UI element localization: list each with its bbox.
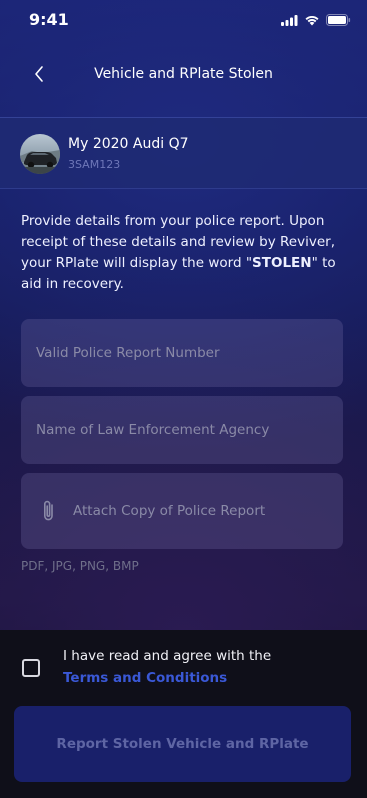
page-title: Vehicle and RPlate Stolen: [94, 66, 273, 82]
terms-and-conditions-link[interactable]: Terms and Conditions: [63, 670, 227, 686]
vehicle-card: My 2020 Audi Q7 3SAM123: [0, 117, 367, 189]
vehicle-name: My 2020 Audi Q7: [68, 136, 189, 152]
terms-checkbox[interactable]: [22, 659, 40, 677]
attach-police-report-button[interactable]: Attach Copy of Police Report: [21, 473, 343, 549]
accepted-formats: PDF, JPG, PNG, BMP: [21, 559, 139, 573]
status-icons: [281, 14, 351, 26]
status-time: 9:41: [29, 10, 69, 29]
battery-icon: [326, 14, 351, 26]
vehicle-plate: 3SAM123: [68, 158, 121, 171]
law-enforcement-agency-field[interactable]: [21, 396, 343, 464]
police-report-number-field[interactable]: [21, 319, 343, 387]
law-enforcement-agency-input[interactable]: [21, 396, 343, 464]
nav-bar: Vehicle and RPlate Stolen: [0, 50, 367, 102]
wifi-icon: [305, 15, 319, 26]
attach-label: Attach Copy of Police Report: [73, 503, 266, 519]
report-stolen-button[interactable]: Report Stolen Vehicle and RPlate: [14, 706, 351, 782]
signal-icon: [281, 14, 298, 26]
stolen-highlight: STOLEN: [252, 255, 312, 271]
paperclip-icon: [44, 500, 53, 521]
instructions-text: Provide details from your police report.…: [21, 213, 336, 292]
police-report-number-input[interactable]: [21, 319, 343, 387]
vehicle-avatar: [20, 134, 60, 174]
status-bar: 9:41: [0, 0, 367, 44]
agree-text: I have read and agree with the: [63, 648, 272, 664]
